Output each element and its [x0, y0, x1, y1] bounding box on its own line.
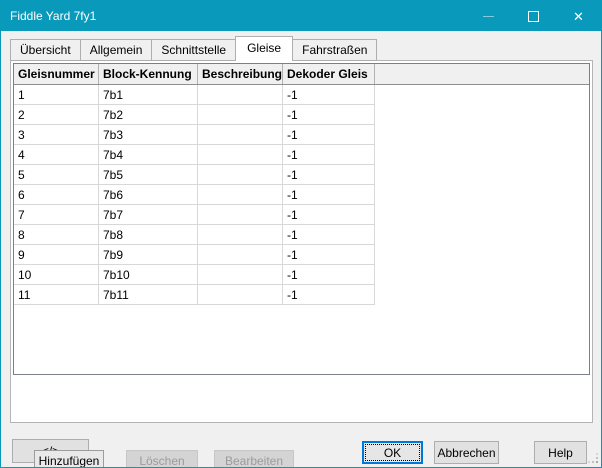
table-cell[interactable]: -1: [283, 185, 375, 205]
tab-fahrstrassen[interactable]: Fahrstraßen: [292, 39, 377, 61]
close-button[interactable]: ✕: [556, 1, 601, 31]
table-cell[interactable]: 7b4: [99, 145, 198, 165]
tab-uebersicht[interactable]: Übersicht: [10, 39, 81, 61]
table-cell[interactable]: 1: [14, 85, 99, 105]
table-cell[interactable]: [198, 125, 283, 145]
table-cell[interactable]: 7b5: [99, 165, 198, 185]
table-row[interactable]: 117b11 -1: [14, 285, 589, 305]
table-cell[interactable]: [198, 265, 283, 285]
table-row[interactable]: 107b10 -1: [14, 265, 589, 285]
gleise-table[interactable]: GleisnummerBlock-KennungBeschreibungDeko…: [13, 63, 590, 375]
table-row[interactable]: 37b3 -1: [14, 125, 589, 145]
table-cell[interactable]: -1: [283, 85, 375, 105]
close-icon: ✕: [573, 10, 584, 23]
table-cell[interactable]: 3: [14, 125, 99, 145]
tabbar: ÜbersichtAllgemeinSchnittstelleGleiseFah…: [10, 36, 376, 61]
table-cell[interactable]: 5: [14, 165, 99, 185]
table-row[interactable]: 67b6 -1: [14, 185, 589, 205]
titlebar: Fiddle Yard 7fy1 ✕: [1, 1, 601, 31]
minimize-icon: [483, 16, 494, 17]
table-cell[interactable]: -1: [283, 245, 375, 265]
table-cell[interactable]: 7b7: [99, 205, 198, 225]
table-cell[interactable]: 4: [14, 145, 99, 165]
table-row[interactable]: 47b4 -1: [14, 145, 589, 165]
column-header[interactable]: Beschreibung: [198, 64, 283, 84]
tab-gleise[interactable]: Gleise: [235, 36, 293, 61]
table-row[interactable]: 27b2 -1: [14, 105, 589, 125]
table-cell[interactable]: 7b10: [99, 265, 198, 285]
table-cell[interactable]: [198, 185, 283, 205]
table-row[interactable]: 87b8 -1: [14, 225, 589, 245]
table-body: 17b1-127b2-137b3-147b4-157b5-167b6-177b7…: [14, 85, 589, 305]
table-cell[interactable]: 9: [14, 245, 99, 265]
table-cell[interactable]: -1: [283, 165, 375, 185]
table-cell[interactable]: 7b2: [99, 105, 198, 125]
tab-allgemein[interactable]: Allgemein: [80, 39, 153, 61]
edit-button[interactable]: Bearbeiten: [214, 450, 294, 468]
table-cell[interactable]: 7b3: [99, 125, 198, 145]
column-header[interactable]: Gleisnummer: [14, 64, 99, 84]
table-cell[interactable]: 7b1: [99, 85, 198, 105]
table-row[interactable]: 97b9 -1: [14, 245, 589, 265]
dialog-window: Fiddle Yard 7fy1 ✕ ÜbersichtAllgemeinSch…: [0, 0, 602, 468]
table-row[interactable]: 17b1 -1: [14, 85, 589, 105]
column-header[interactable]: Dekoder Gleis: [283, 64, 375, 84]
resize-grip-icon[interactable]: [588, 453, 598, 463]
table-cell[interactable]: [198, 205, 283, 225]
table-cell[interactable]: -1: [283, 125, 375, 145]
table-cell[interactable]: [198, 85, 283, 105]
caption-buttons: ✕: [466, 1, 601, 31]
table-cell[interactable]: -1: [283, 205, 375, 225]
table-row[interactable]: 57b5 -1: [14, 165, 589, 185]
table-cell[interactable]: 10: [14, 265, 99, 285]
table-cell[interactable]: 7: [14, 205, 99, 225]
table-cell[interactable]: [198, 105, 283, 125]
help-button[interactable]: Help: [534, 441, 587, 464]
table-header: GleisnummerBlock-KennungBeschreibungDeko…: [14, 64, 589, 85]
table-cell[interactable]: 7b6: [99, 185, 198, 205]
table-cell[interactable]: 7b8: [99, 225, 198, 245]
maximize-button[interactable]: [511, 1, 556, 31]
cancel-button[interactable]: Abbrechen: [434, 441, 499, 464]
maximize-icon: [528, 11, 539, 22]
column-header[interactable]: Block-Kennung: [99, 64, 198, 84]
table-cell[interactable]: -1: [283, 105, 375, 125]
tab-pane-gleise: GleisnummerBlock-KennungBeschreibungDeko…: [10, 60, 593, 423]
table-cell[interactable]: [198, 145, 283, 165]
table-cell[interactable]: 7b9: [99, 245, 198, 265]
table-cell[interactable]: [198, 165, 283, 185]
table-cell[interactable]: -1: [283, 265, 375, 285]
table-cell[interactable]: -1: [283, 285, 375, 305]
table-cell[interactable]: [198, 285, 283, 305]
minimize-button: [466, 1, 511, 31]
window-title: Fiddle Yard 7fy1: [10, 9, 466, 23]
table-cell[interactable]: 2: [14, 105, 99, 125]
ok-button[interactable]: OK: [362, 441, 423, 464]
table-row[interactable]: 77b7 -1: [14, 205, 589, 225]
add-button[interactable]: Hinzufügen: [34, 450, 104, 468]
table-cell[interactable]: 11: [14, 285, 99, 305]
table-cell[interactable]: -1: [283, 225, 375, 245]
table-cell[interactable]: -1: [283, 145, 375, 165]
table-cell[interactable]: [198, 225, 283, 245]
table-cell[interactable]: 8: [14, 225, 99, 245]
delete-button[interactable]: Löschen: [126, 450, 198, 468]
table-cell[interactable]: 6: [14, 185, 99, 205]
table-cell[interactable]: [198, 245, 283, 265]
tab-schnittstelle[interactable]: Schnittstelle: [151, 39, 236, 61]
table-cell[interactable]: 7b11: [99, 285, 198, 305]
column-header-filler: [375, 64, 589, 84]
